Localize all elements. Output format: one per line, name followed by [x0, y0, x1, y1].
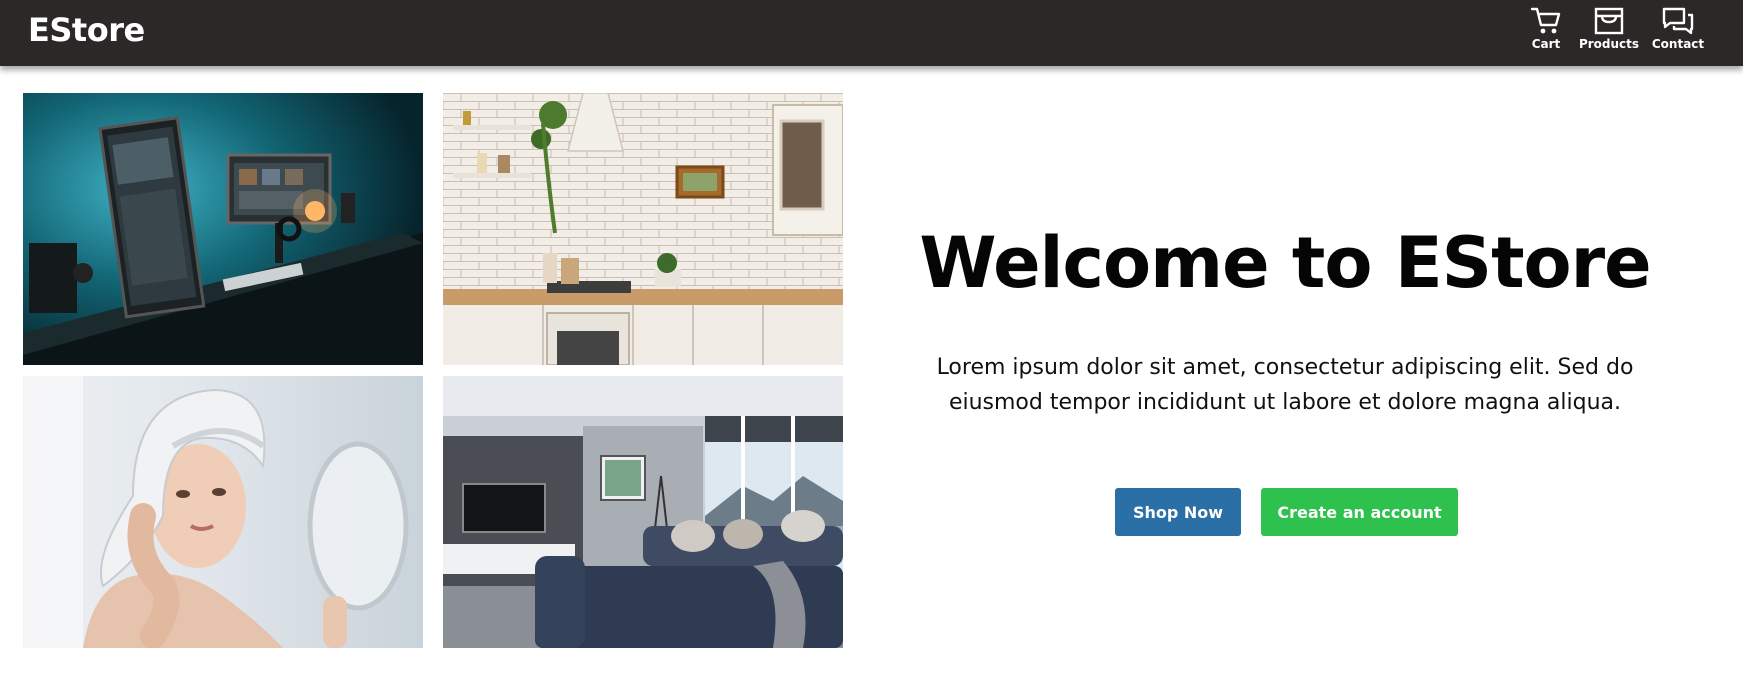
chat-icon [1662, 7, 1694, 35]
shop-now-button[interactable]: Shop Now [1115, 488, 1241, 536]
desk-setup-image [23, 93, 423, 365]
hero-section: Welcome to EStore Lorem ipsum dolor sit … [880, 220, 1690, 420]
hero-title: Welcome to EStore [919, 222, 1651, 304]
nav-products-label: Products [1578, 37, 1640, 51]
kitchen-image [443, 93, 843, 365]
nav-products-link[interactable]: Products [1569, 6, 1649, 60]
store-icon [1594, 7, 1624, 35]
cart-icon [1530, 7, 1561, 34]
living-room-image [443, 376, 843, 648]
nav-contact-link[interactable]: Contact [1638, 6, 1718, 60]
create-account-button[interactable]: Create an account [1261, 488, 1458, 536]
top-navbar: EStore Cart Products Contact [0, 0, 1743, 66]
hero-description: Lorem ipsum dolor sit amet, consectetur … [936, 355, 1634, 415]
nav-contact-label: Contact [1651, 37, 1705, 51]
brand-logo[interactable]: EStore [28, 10, 145, 50]
woman-mirror-image [23, 376, 423, 648]
